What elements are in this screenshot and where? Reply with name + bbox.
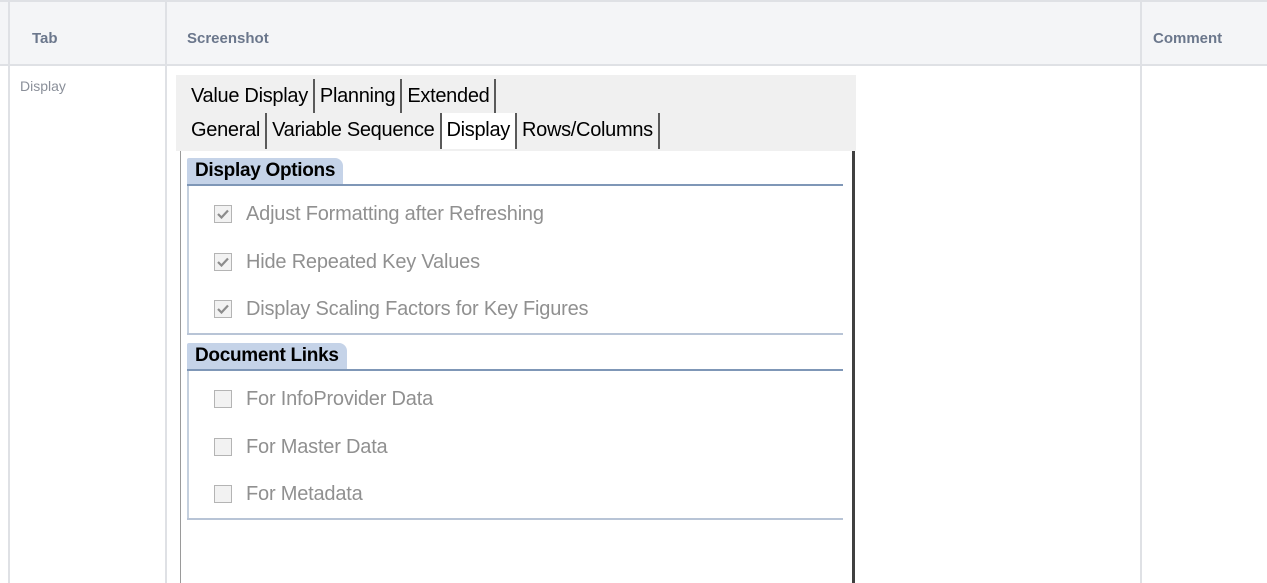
tab-variable-sequence[interactable]: Variable Sequence bbox=[267, 113, 442, 149]
option-adjust-formatting[interactable]: Adjust Formatting after Refreshing bbox=[214, 202, 544, 226]
option-label: For Master Data bbox=[246, 435, 388, 458]
tab-rows-columns[interactable]: Rows/Columns bbox=[517, 113, 660, 149]
group-side-border bbox=[187, 371, 189, 518]
group-divider bbox=[187, 184, 843, 186]
checkbox-checked[interactable] bbox=[214, 205, 232, 223]
option-label: For Metadata bbox=[246, 482, 363, 505]
header-comment: Comment bbox=[1153, 30, 1223, 47]
group-side-border bbox=[187, 186, 189, 333]
column-divider bbox=[1140, 0, 1142, 583]
tab-row-1: Value Display Planning Extended bbox=[186, 79, 497, 113]
group-display-options: Display Options Adjust Formatting after … bbox=[187, 158, 843, 335]
option-label: Display Scaling Factors for Key Figures bbox=[246, 297, 589, 320]
option-hide-repeated-key-values[interactable]: Hide Repeated Key Values bbox=[214, 250, 480, 274]
option-label: For InfoProvider Data bbox=[246, 387, 433, 410]
header-screenshot: Screenshot bbox=[187, 30, 269, 47]
checkbox-checked[interactable] bbox=[214, 300, 232, 318]
checkmark-icon bbox=[217, 304, 229, 314]
group-title-document-links: Document Links bbox=[187, 343, 347, 369]
tab-row-2: General Variable Sequence Display Rows/C… bbox=[186, 113, 660, 149]
tab-strip: Value Display Planning Extended General … bbox=[176, 75, 856, 151]
panel-border-left bbox=[180, 151, 181, 583]
table-header: Tab Screenshot Comment bbox=[0, 0, 1267, 66]
documentation-table: Tab Screenshot Comment Display Value Dis… bbox=[0, 0, 1267, 583]
group-document-links: Document Links For InfoProvider Data For… bbox=[187, 343, 843, 520]
checkmark-icon bbox=[217, 209, 229, 219]
group-title-display-options: Display Options bbox=[187, 158, 344, 184]
checkbox-unchecked[interactable] bbox=[214, 485, 232, 503]
checkmark-icon bbox=[217, 257, 229, 267]
tab-value-display[interactable]: Value Display bbox=[186, 79, 315, 113]
option-for-infoprovider-data[interactable]: For InfoProvider Data bbox=[214, 387, 433, 411]
checkbox-checked[interactable] bbox=[214, 253, 232, 271]
checkbox-unchecked[interactable] bbox=[214, 438, 232, 456]
tab-extended[interactable]: Extended bbox=[402, 79, 497, 113]
column-divider bbox=[8, 0, 10, 583]
option-for-metadata[interactable]: For Metadata bbox=[214, 482, 363, 506]
option-for-master-data[interactable]: For Master Data bbox=[214, 435, 388, 459]
dialog-screenshot: Value Display Planning Extended General … bbox=[176, 75, 856, 583]
header-tab: Tab bbox=[32, 30, 58, 47]
checkbox-unchecked[interactable] bbox=[214, 390, 232, 408]
column-divider bbox=[165, 0, 167, 583]
panel-border-right bbox=[852, 151, 855, 583]
option-label: Hide Repeated Key Values bbox=[246, 250, 480, 273]
option-label: Adjust Formatting after Refreshing bbox=[246, 202, 544, 225]
tab-general[interactable]: General bbox=[186, 113, 268, 149]
tab-display[interactable]: Display bbox=[441, 113, 517, 149]
group-divider bbox=[187, 369, 843, 371]
option-display-scaling-factors[interactable]: Display Scaling Factors for Key Figures bbox=[214, 297, 589, 321]
tab-planning[interactable]: Planning bbox=[315, 79, 403, 113]
row-tab-cell: Display bbox=[20, 78, 66, 94]
